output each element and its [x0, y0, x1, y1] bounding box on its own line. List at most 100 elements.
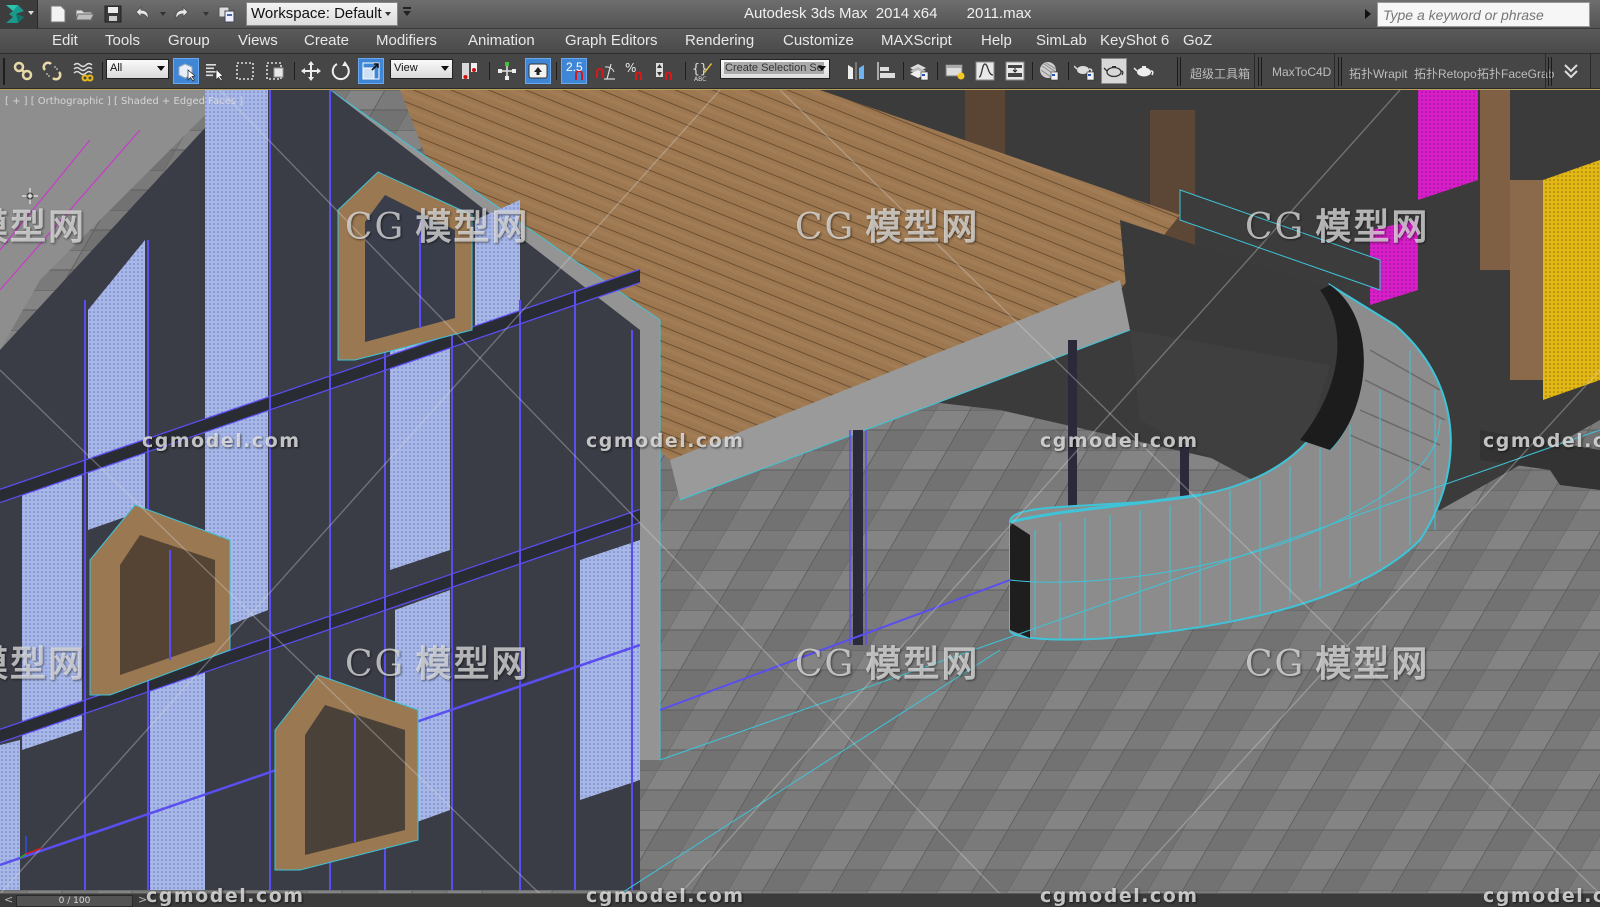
chevron-down-icon [157, 66, 165, 71]
undo-button[interactable] [130, 3, 152, 25]
toolbar-separator [556, 62, 557, 80]
project-folder-button[interactable] [216, 3, 238, 25]
select-and-move-button[interactable] [298, 58, 324, 84]
angle-snap-toggle-button[interactable] [592, 58, 618, 84]
toolbar-panel-separator [1338, 57, 1342, 86]
menu-customize[interactable]: Customize [783, 32, 854, 49]
menu-create[interactable]: Create [304, 32, 349, 49]
super-toolbox-button[interactable]: 超级工具箱 [1190, 59, 1250, 85]
render-setup-teapot-icon [1074, 65, 1095, 81]
menu-views[interactable]: Views [238, 32, 278, 49]
open-folder-icon [75, 9, 95, 21]
time-slider[interactable]: 0 / 100 [16, 895, 133, 907]
menu-animation[interactable]: Animation [468, 32, 535, 49]
schematic-view-button[interactable] [1002, 58, 1028, 84]
keyboard-shortcut-override-button[interactable] [525, 58, 551, 84]
menu-keyshot[interactable]: KeyShot 6 [1100, 32, 1169, 49]
previous-frame-button[interactable]: < [4, 893, 13, 906]
snaps-toggle-button[interactable]: 2.5 [561, 58, 587, 84]
select-by-name-button[interactable] [202, 58, 228, 84]
watermark-en: cgmodel.com [146, 885, 305, 907]
chevron-down-icon [818, 66, 826, 71]
pivot-center-icon [462, 63, 477, 79]
redo-button[interactable] [172, 3, 194, 25]
application-menu-button[interactable] [0, 0, 38, 29]
material-editor-button[interactable] [1036, 58, 1062, 84]
facegrab-button[interactable]: 拓扑FaceGrab [1477, 59, 1554, 85]
retopo-button[interactable]: 拓扑Retopo [1414, 59, 1477, 85]
window-crossing-button[interactable] [262, 58, 288, 84]
percent-snap-toggle-button[interactable]: % [622, 58, 648, 84]
workspace-dropdown[interactable]: Workspace: Default [246, 2, 398, 26]
toolbar-panel-separator [1177, 57, 1181, 86]
select-and-rotate-button[interactable] [328, 58, 354, 84]
undo-history-dropdown[interactable] [160, 12, 166, 16]
select-and-scale-button[interactable] [358, 58, 384, 84]
rendered-frame-window-button[interactable] [1101, 58, 1127, 84]
selection-filter-dropdown[interactable]: All [106, 59, 169, 79]
render-setup-button[interactable] [1072, 58, 1098, 84]
toolbar-panel-separator [1258, 57, 1262, 86]
spinner-snap-toggle-button[interactable] [652, 58, 678, 84]
menu-rendering[interactable]: Rendering [685, 32, 754, 49]
menu-edit[interactable]: Edit [52, 32, 78, 49]
rectangular-selection-region-button[interactable] [232, 58, 258, 84]
infocenter-expand-icon[interactable] [1365, 9, 1371, 19]
axis-tripod-icon [20, 836, 43, 859]
chevron-down-icon [441, 66, 449, 71]
edit-named-selection-sets-button[interactable]: {} ABC [689, 58, 715, 84]
watermark-cn: 模型网 [0, 207, 87, 248]
perspective-viewport[interactable]: [ + ] [ Orthographic ] [ Shaded + Edged … [0, 89, 1600, 893]
align-button[interactable] [873, 58, 899, 84]
menu-tools[interactable]: Tools [105, 32, 140, 49]
double-chevron-down-icon [1564, 64, 1578, 79]
new-file-icon [50, 5, 66, 23]
open-file-button[interactable] [74, 3, 96, 25]
mirror-button[interactable] [843, 58, 869, 84]
viewport-label[interactable]: [ + ] [ Orthographic ] [ Shaded + Edged … [5, 96, 243, 107]
menu-group[interactable]: Group [168, 32, 210, 49]
curve-editor-button[interactable] [972, 58, 998, 84]
menu-simlab[interactable]: SimLab [1036, 32, 1087, 49]
menu-graph-editors[interactable]: Graph Editors [565, 32, 658, 49]
save-file-button[interactable] [102, 3, 124, 25]
app-name: Autodesk 3ds Max 2014 x64 [744, 5, 938, 22]
render-production-button[interactable] [1131, 58, 1157, 84]
new-file-button[interactable] [47, 3, 69, 25]
keyword-search-input[interactable] [1377, 2, 1590, 27]
menu-help[interactable]: Help [981, 32, 1012, 49]
select-and-manipulate-button[interactable] [494, 58, 520, 84]
layer-manager-button[interactable] [906, 58, 932, 84]
select-and-link-button[interactable] [10, 58, 36, 84]
layers-icon [910, 64, 929, 81]
menu-maxscript[interactable]: MAXScript [881, 32, 952, 49]
redo-history-dropdown[interactable] [203, 12, 209, 16]
redo-icon [175, 5, 189, 21]
selection-filter-value: All [110, 62, 123, 74]
watermark-cn-text: 模型网 [1315, 644, 1430, 685]
named-selection-sets-dropdown[interactable]: Create Selection Se [720, 59, 830, 79]
menu-modifiers[interactable]: Modifiers [376, 32, 437, 49]
toolbar-overflow-button[interactable] [1560, 60, 1582, 82]
unlink-icon [42, 61, 62, 81]
align-icon [877, 62, 895, 80]
pivot-point-center-button[interactable] [457, 58, 483, 84]
unlink-selection-button[interactable] [39, 58, 65, 84]
scene-explorer-button[interactable] [942, 58, 968, 84]
watermark-en: cgmodel.com [142, 430, 301, 452]
toolbar-separator [489, 62, 490, 80]
quick-access-customize-icon[interactable] [402, 6, 412, 20]
select-by-name-icon [206, 64, 224, 82]
watermark-en: cgmodel.com [1483, 430, 1600, 452]
wrapit-button[interactable]: 拓扑Wrapit [1349, 59, 1407, 85]
menu-goz[interactable]: GoZ [1183, 32, 1212, 49]
bind-to-space-warp-button[interactable] [70, 58, 96, 84]
watermark-logo: CG [1245, 644, 1306, 685]
select-object-icon [178, 63, 196, 82]
max-to-c4d-button[interactable]: MaxToC4D [1272, 59, 1331, 85]
toolbar-grip[interactable] [3, 58, 5, 85]
select-object-button[interactable] [173, 58, 199, 84]
save-icon [104, 5, 122, 23]
3dsmax-window: Workspace: Default Autodesk 3ds Max 2014… [0, 0, 1600, 907]
reference-coordinate-dropdown[interactable]: View [390, 59, 453, 79]
